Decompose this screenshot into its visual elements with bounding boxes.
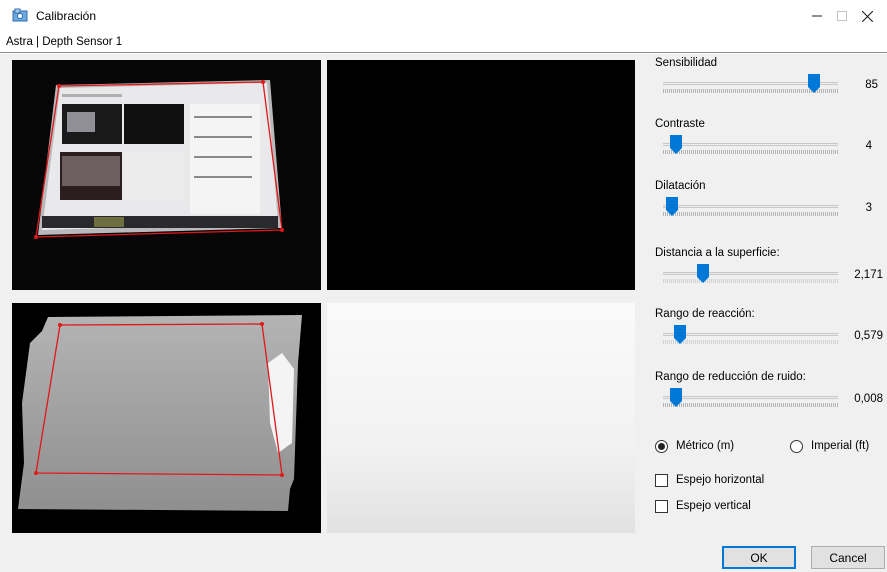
close-icon xyxy=(861,10,873,22)
rango-ruido-slider-thumb[interactable] xyxy=(670,388,682,407)
contraste-value: 4 xyxy=(865,140,872,152)
ok-button[interactable]: OK xyxy=(722,546,796,569)
close-button[interactable] xyxy=(847,0,887,32)
color-camera-view[interactable] xyxy=(12,60,321,290)
sensibilidad-slider-thumb[interactable] xyxy=(808,74,820,93)
distancia-ticks xyxy=(663,279,838,283)
depth-view[interactable] xyxy=(12,303,321,533)
rango-ruido-value: 0,008 xyxy=(854,393,883,405)
radio-selected-dot xyxy=(658,442,665,450)
mirror-horizontal-option[interactable]: Espejo horizontal xyxy=(655,471,764,489)
distancia-value: 2,171 xyxy=(854,269,883,281)
title-bar: Calibración xyxy=(0,0,887,32)
mirror-vertical-option[interactable]: Espejo vertical xyxy=(655,497,751,515)
calibration-panel: Sensibilidad 85 Contraste 4 Dilatación 3… xyxy=(0,54,887,572)
sensibilidad-label: Sensibilidad xyxy=(655,57,718,69)
mirror-horizontal-label: Espejo horizontal xyxy=(676,474,765,486)
minimize-icon xyxy=(812,11,822,21)
sensibilidad-slider-group: Sensibilidad 85 xyxy=(655,57,885,111)
calibration-app-icon xyxy=(12,8,28,23)
imperial-radio-option[interactable]: Imperial (ft) xyxy=(790,437,869,455)
rango-ruido-slider-group: Rango de reducción de ruido: 0,008 xyxy=(655,371,885,425)
metric-radio-option[interactable]: Métrico (m) xyxy=(655,437,734,455)
rango-ruido-ticks xyxy=(663,403,838,407)
device-label: Astra | Depth Sensor 1 xyxy=(6,36,123,48)
cancel-button[interactable]: Cancel xyxy=(811,546,885,569)
result-view xyxy=(327,303,635,533)
contraste-ticks xyxy=(663,150,838,154)
rango-reaccion-ticks xyxy=(663,340,838,344)
rango-ruido-slider-track[interactable] xyxy=(663,396,838,399)
contraste-slider-track[interactable] xyxy=(663,143,838,146)
rango-ruido-label: Rango de reducción de ruido: xyxy=(655,371,806,383)
distancia-slider-track[interactable] xyxy=(663,272,838,275)
mirror-vertical-label: Espejo vertical xyxy=(676,500,751,512)
rango-reaccion-label: Rango de reacción: xyxy=(655,308,755,320)
sensibilidad-value: 85 xyxy=(865,79,878,91)
dilatacion-ticks xyxy=(663,212,838,216)
dilatacion-value: 3 xyxy=(865,202,872,214)
touch-detection-view xyxy=(327,60,635,290)
imperial-label: Imperial (ft) xyxy=(811,440,870,452)
dilatacion-slider-group: Dilatación 3 xyxy=(655,180,885,234)
window-title: Calibración xyxy=(36,9,97,23)
contraste-slider-thumb[interactable] xyxy=(670,135,682,154)
dilatacion-slider-track[interactable] xyxy=(663,205,838,208)
distancia-slider-group: Distancia a la superficie: 2,171 xyxy=(655,247,885,301)
device-bar: Astra | Depth Sensor 1 xyxy=(0,32,887,53)
metric-radio[interactable] xyxy=(655,439,668,453)
distancia-label: Distancia a la superficie: xyxy=(655,247,780,259)
dilatacion-label: Dilatación xyxy=(655,180,706,192)
rango-reaccion-value: 0,579 xyxy=(854,330,883,342)
maximize-icon xyxy=(837,11,847,21)
rango-reaccion-slider-thumb[interactable] xyxy=(674,325,686,344)
metric-label: Métrico (m) xyxy=(676,440,735,452)
distancia-slider-thumb[interactable] xyxy=(697,264,709,283)
imperial-radio[interactable] xyxy=(790,439,803,453)
dilatacion-slider-thumb[interactable] xyxy=(666,197,678,216)
mirror-horizontal-checkbox[interactable] xyxy=(655,473,668,487)
contraste-slider-group: Contraste 4 xyxy=(655,118,885,172)
rango-reaccion-slider-group: Rango de reacción: 0,579 xyxy=(655,308,885,362)
rango-reaccion-slider-track[interactable] xyxy=(663,333,838,336)
mirror-vertical-checkbox[interactable] xyxy=(655,499,668,513)
contraste-label: Contraste xyxy=(655,118,705,130)
